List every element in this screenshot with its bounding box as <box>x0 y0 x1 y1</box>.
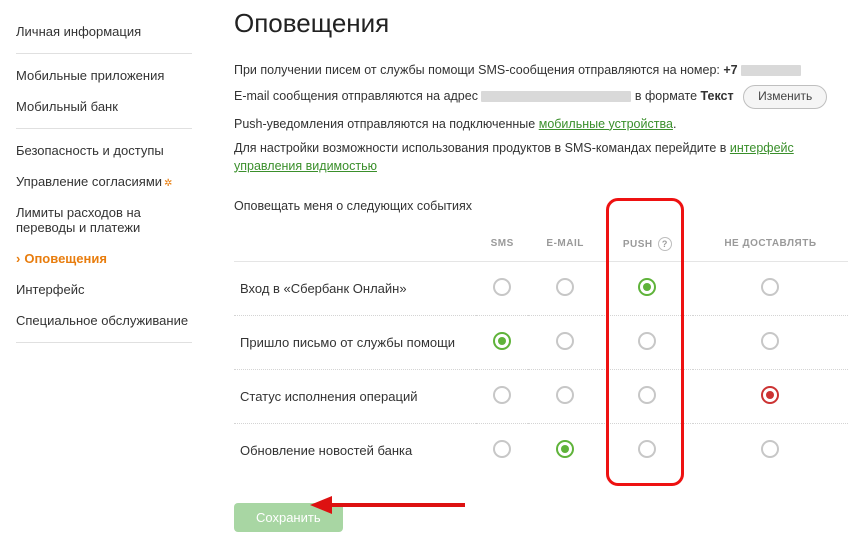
info-email-prefix: E-mail сообщения отправляются на адрес <box>234 89 481 103</box>
radio-push[interactable] <box>638 278 656 296</box>
nav-notifications-label: Оповещения <box>24 251 107 266</box>
radio-sms[interactable] <box>493 440 511 458</box>
table-row: Статус исполнения операций <box>234 370 848 424</box>
radio-cell-email <box>528 316 602 370</box>
nav-consents-label: Управление согласиями <box>16 174 162 189</box>
radio-email[interactable] <box>556 332 574 350</box>
nav-limits[interactable]: Лимиты расходов на переводы и платежи <box>16 197 192 243</box>
nav-mobile-bank[interactable]: Мобильный банк <box>16 91 192 122</box>
radio-email[interactable] <box>556 440 574 458</box>
nav-mobile-apps[interactable]: Мобильные приложения <box>16 60 192 91</box>
email-format: Текст <box>701 89 734 103</box>
radio-none[interactable] <box>761 278 779 296</box>
nav-notifications[interactable]: › Оповещения <box>16 243 192 274</box>
info-email: E-mail сообщения отправляются на адрес в… <box>234 85 848 108</box>
section-label: Оповещать меня о следующих событиях <box>234 199 848 213</box>
nav-security[interactable]: Безопасность и доступы <box>16 135 192 166</box>
radio-sms[interactable] <box>493 386 511 404</box>
table-row: Пришло письмо от службы помощи <box>234 316 848 370</box>
phone-prefix: +7 <box>723 63 737 77</box>
sidebar: Личная информация Мобильные приложения М… <box>0 0 200 552</box>
info-push: Push-уведомления отправляются на подключ… <box>234 115 848 133</box>
event-label: Пришло письмо от службы помощи <box>234 316 476 370</box>
radio-push[interactable] <box>638 332 656 350</box>
event-label: Вход в «Сбербанк Онлайн» <box>234 262 476 316</box>
nav-personal-info[interactable]: Личная информация <box>16 16 192 47</box>
radio-cell-sms <box>476 262 528 316</box>
event-label: Статус исполнения операций <box>234 370 476 424</box>
radio-cell-sms <box>476 424 528 477</box>
radio-sms[interactable] <box>493 332 511 350</box>
table-row: Обновление новостей банка <box>234 424 848 477</box>
save-button[interactable]: Сохранить <box>234 503 343 532</box>
help-icon[interactable]: ? <box>658 237 672 251</box>
radio-email[interactable] <box>556 278 574 296</box>
info-block: При получении писем от службы помощи SMS… <box>234 61 848 175</box>
info-sms-prefix: При получении писем от службы помощи SMS… <box>234 63 723 77</box>
nav-interface[interactable]: Интерфейс <box>16 274 192 305</box>
radio-none[interactable] <box>761 386 779 404</box>
col-sms: SMS <box>476 227 528 262</box>
info-visibility: Для настройки возможности использования … <box>234 139 848 175</box>
radio-cell-email <box>528 262 602 316</box>
radio-sms[interactable] <box>493 278 511 296</box>
col-none: НЕ ДОСТАВЛЯТЬ <box>693 227 848 262</box>
radio-push[interactable] <box>638 440 656 458</box>
star-icon: ✲ <box>164 178 172 189</box>
radio-none[interactable] <box>761 332 779 350</box>
col-push-label: PUSH <box>623 239 653 250</box>
radio-cell-none <box>693 424 848 477</box>
mobile-devices-link[interactable]: мобильные устройства <box>539 117 673 131</box>
info-push-prefix: Push-уведомления отправляются на подключ… <box>234 117 539 131</box>
radio-cell-push <box>602 370 693 424</box>
radio-cell-sms <box>476 316 528 370</box>
radio-cell-push <box>602 316 693 370</box>
page-title: Оповещения <box>234 8 848 39</box>
masked-email <box>481 91 631 102</box>
notification-table: SMS E-MAIL PUSH ? НЕ ДОСТАВЛЯТЬ Вход в «… <box>234 227 848 477</box>
main-content: Оповещения При получении писем от службы… <box>200 0 868 552</box>
radio-email[interactable] <box>556 386 574 404</box>
radio-cell-none <box>693 316 848 370</box>
table-row: Вход в «Сбербанк Онлайн» <box>234 262 848 316</box>
radio-push[interactable] <box>638 386 656 404</box>
masked-phone <box>741 65 801 76</box>
info-visibility-prefix: Для настройки возможности использования … <box>234 141 730 155</box>
info-email-mid: в формате <box>631 89 700 103</box>
radio-cell-none <box>693 370 848 424</box>
radio-none[interactable] <box>761 440 779 458</box>
nav-special-service[interactable]: Специальное обслуживание <box>16 305 192 336</box>
event-label: Обновление новостей банка <box>234 424 476 477</box>
col-event <box>234 227 476 262</box>
radio-cell-email <box>528 424 602 477</box>
radio-cell-none <box>693 262 848 316</box>
change-button[interactable]: Изменить <box>743 85 827 108</box>
radio-cell-sms <box>476 370 528 424</box>
nav-consents[interactable]: Управление согласиями✲ <box>16 166 192 197</box>
radio-cell-push <box>602 424 693 477</box>
radio-cell-email <box>528 370 602 424</box>
radio-cell-push <box>602 262 693 316</box>
col-email: E-MAIL <box>528 227 602 262</box>
chevron-right-icon: › <box>16 251 20 266</box>
info-sms: При получении писем от службы помощи SMS… <box>234 61 848 79</box>
col-push: PUSH ? <box>602 227 693 262</box>
